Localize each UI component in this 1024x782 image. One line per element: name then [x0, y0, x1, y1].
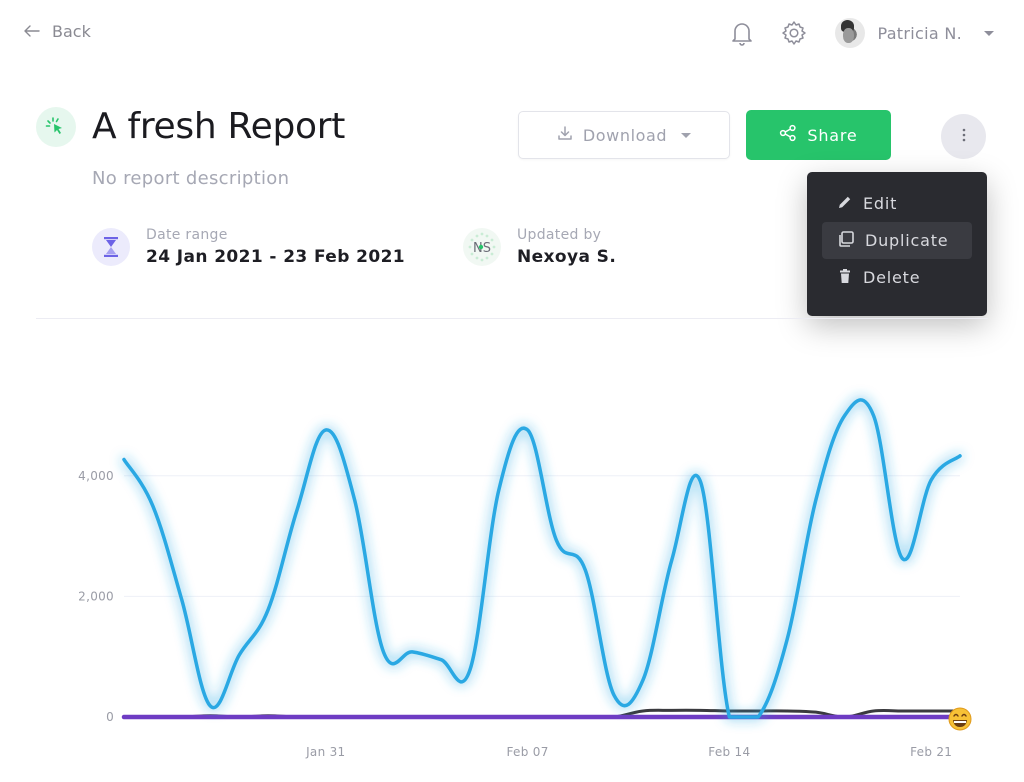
share-button[interactable]: Share: [746, 110, 891, 160]
date-range-value[interactable]: 24 Jan 2021 - 23 Feb 2021: [146, 247, 405, 267]
grinning-face-emoji-icon: [948, 707, 972, 731]
menu-item-label: Delete: [863, 268, 921, 287]
menu-item-delete[interactable]: Delete: [822, 259, 972, 296]
bell-icon[interactable]: [727, 18, 757, 48]
download-button[interactable]: Download: [518, 111, 730, 159]
top-bar: Back Patricia N.: [0, 0, 1024, 70]
share-icon: [779, 124, 797, 146]
chevron-down-icon: [984, 30, 994, 36]
series-line-1: [122, 398, 962, 719]
report-header: A fresh Report: [36, 106, 345, 147]
x-tick-label: Jan 31: [305, 745, 345, 759]
vertical-dots-icon: [962, 127, 966, 146]
arrow-left-icon: [24, 22, 40, 41]
download-icon: [557, 125, 573, 145]
updated-by-info: NS Updated by Nexoya S.: [463, 227, 616, 267]
back-button[interactable]: Back: [24, 22, 91, 41]
pencil-icon: [837, 194, 853, 214]
section-divider: [36, 318, 988, 319]
avatar: [835, 18, 866, 48]
menu-item-label: Duplicate: [865, 231, 949, 250]
report-chart: 0 2,000 4,000 Jan 31 Feb 07 Feb 14 Feb 21: [0, 330, 1024, 782]
x-tick-label: Feb 07: [507, 745, 549, 759]
chevron-down-icon: [681, 132, 692, 138]
menu-item-duplicate[interactable]: Duplicate: [822, 222, 972, 259]
trash-icon: [837, 268, 853, 288]
hourglass-icon: [92, 228, 130, 266]
page-title: A fresh Report: [92, 106, 346, 147]
cursor-click-icon: [36, 106, 76, 147]
updated-by-label: Updated by: [517, 227, 602, 243]
user-menu[interactable]: Patricia N.: [835, 18, 994, 48]
updated-by-value: Nexoya S.: [517, 247, 617, 267]
x-tick-label: Feb 21: [910, 745, 952, 759]
line-chart: 0 2,000 4,000 Jan 31 Feb 07 Feb 14 Feb 21: [78, 398, 972, 759]
x-tick-label: Feb 14: [708, 745, 750, 759]
download-label: Download: [582, 125, 668, 145]
y-tick-label: 0: [106, 710, 114, 724]
back-label: Back: [52, 22, 91, 41]
y-tick-label: 2,000: [78, 589, 114, 603]
report-description[interactable]: No report description: [92, 168, 289, 189]
more-options-menu: Edit Duplicate Delete: [807, 172, 987, 316]
date-range-label: Date range: [146, 227, 228, 243]
menu-item-label: Edit: [863, 194, 898, 213]
duplicate-icon: [837, 230, 855, 252]
top-right-controls: Patricia N.: [727, 18, 994, 48]
share-label: Share: [807, 125, 858, 145]
gear-icon[interactable]: [779, 18, 809, 48]
user-name: Patricia N.: [877, 23, 962, 43]
emoji-teeth: [954, 721, 966, 723]
more-options-button[interactable]: [941, 114, 986, 159]
y-tick-label: 4,000: [78, 469, 114, 483]
user-initials-avatar: NS: [463, 228, 501, 266]
menu-item-edit[interactable]: Edit: [822, 185, 972, 222]
date-range-info: Date range 24 Jan 2021 - 23 Feb 2021: [92, 227, 405, 267]
